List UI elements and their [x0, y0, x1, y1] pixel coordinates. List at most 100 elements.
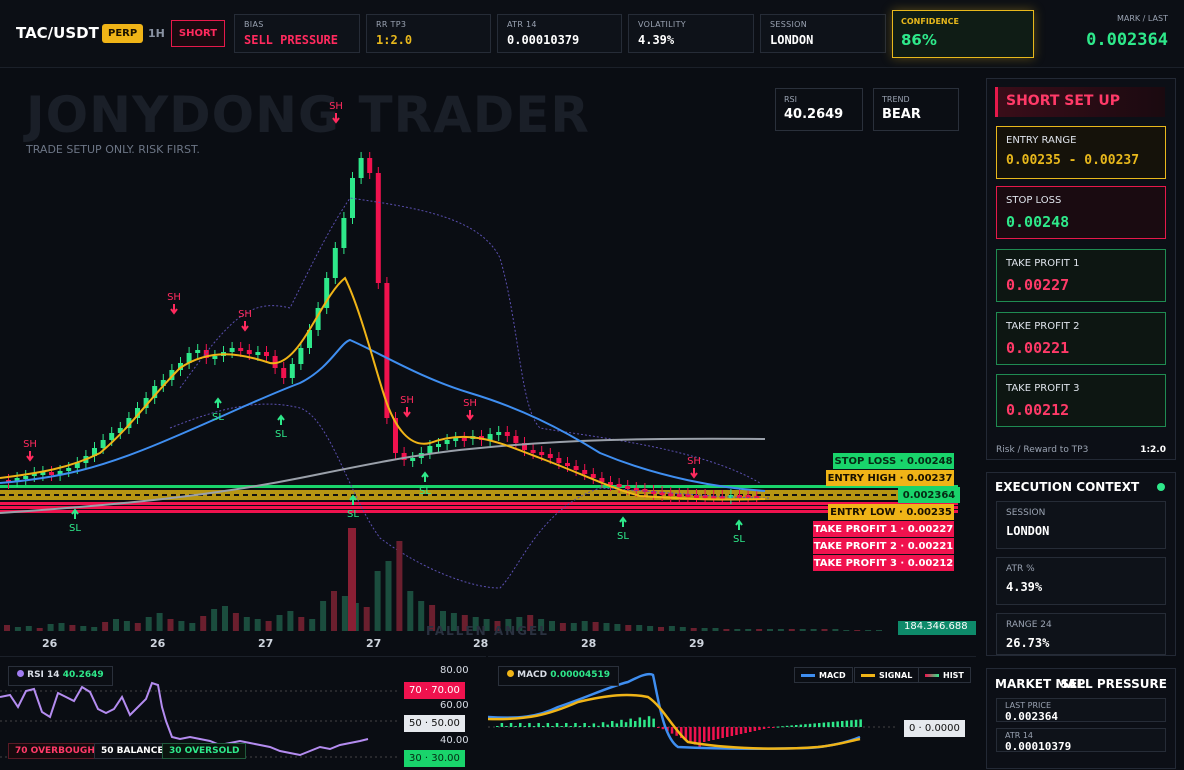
legend-signal[interactable]: SIGNAL: [854, 667, 920, 683]
arrow-up-icon: [421, 471, 429, 482]
atr-card: ATR % 4.39%: [996, 557, 1166, 605]
histogram-bar: [739, 727, 743, 734]
volume-price-label: 184.346.688: [898, 621, 976, 635]
candle-body: [513, 436, 519, 443]
volume-bar: [123, 621, 130, 631]
swing-low-label: SL: [212, 412, 224, 423]
candle-body: [289, 364, 295, 378]
tp2-card[interactable]: TAKE PROFIT 2 0.00221: [996, 312, 1166, 365]
swing-low-label: SL: [69, 523, 81, 534]
arrow-down-icon: [466, 410, 474, 421]
markers-group: SH SH SH SH SH SH SH SL SL SL SL SL SL SL: [23, 101, 745, 545]
rsi-pill-70: 70 · 70.00: [404, 682, 465, 699]
stop-loss-price-label: STOP LOSS · 0.00248: [833, 453, 954, 469]
legend-swatch-icon: [801, 673, 815, 677]
legend-hist[interactable]: HIST: [918, 667, 971, 683]
stop-loss-card[interactable]: STOP LOSS 0.00248: [996, 186, 1166, 239]
rsi-title: RSI 14: [27, 670, 60, 680]
stat-label: BIAS: [244, 20, 264, 29]
histogram-bar: [588, 726, 591, 727]
legend-macd-label: MACD: [819, 670, 846, 680]
volume-bar: [767, 629, 773, 631]
price-chart[interactable]: JONYDONG TRADER TRADE SETUP ONLY. RISK F…: [0, 68, 976, 653]
volume-bar: [614, 624, 621, 631]
stat-bias: BIAS SELL PRESSURE: [234, 14, 360, 53]
stat-rr: RR TP3 1:2.0: [366, 14, 491, 53]
histogram-bar: [652, 718, 655, 727]
trend-box: TREND BEAR: [873, 88, 959, 131]
legend-hist-label: HIST: [943, 670, 964, 680]
rsi-axis-60: 60.00: [440, 700, 469, 711]
candle-body: [23, 476, 29, 479]
volume-bar: [265, 621, 272, 631]
confidence-label: CONFIDENCE: [901, 17, 959, 26]
volume-bar: [385, 561, 392, 631]
volume-bar: [320, 601, 327, 631]
arrow-up-icon: [619, 516, 627, 527]
histogram-bar: [689, 727, 692, 743]
arrow-up-icon: [71, 508, 79, 519]
entry-range-card[interactable]: ENTRY RANGE 0.00235 - 0.00237: [996, 126, 1166, 179]
rsi-pill-50: 50 · 50.00: [404, 715, 465, 732]
stat-value: SELL PRESSURE: [244, 33, 338, 47]
tp1-card[interactable]: TAKE PROFIT 1 0.00227: [996, 249, 1166, 302]
legend-signal-label: SIGNAL: [879, 670, 913, 680]
volume-bar: [799, 629, 806, 631]
swing-high-label: SH: [238, 309, 252, 320]
candle-body: [229, 348, 235, 352]
arrow-up-icon: [214, 397, 222, 408]
entry-high-price-label: ENTRY HIGH · 0.00237: [826, 470, 954, 486]
rsi-box-value: 40.2649: [784, 107, 844, 122]
card-value: 26.73%: [1006, 636, 1050, 650]
histogram-bar: [795, 725, 798, 727]
volume-bar: [407, 591, 414, 631]
histogram-bar: [657, 727, 660, 728]
volume-bar: [647, 626, 654, 631]
volume-bar: [4, 625, 10, 631]
histogram-bar: [753, 727, 757, 731]
volume-bar: [592, 622, 599, 631]
volume-bar: [348, 528, 356, 631]
range-card: RANGE 24 26.73%: [996, 613, 1166, 655]
histogram-bar: [500, 723, 504, 727]
symbol-title[interactable]: TAC/USDT: [16, 24, 99, 42]
trend-box-label: TREND: [882, 95, 910, 104]
card-label: TAKE PROFIT 3: [1006, 383, 1080, 394]
swing-low-label: SL: [419, 486, 431, 497]
arrow-down-icon: [403, 407, 411, 418]
candle-body: [238, 348, 244, 351]
timeframe-label[interactable]: 1H: [148, 27, 165, 40]
volume-bar: [243, 617, 250, 631]
swing-high-label: SH: [400, 395, 414, 406]
tp2-price-label: TAKE PROFIT 2 · 0.00221: [813, 538, 954, 554]
stat-label: SESSION: [770, 20, 808, 29]
short-button[interactable]: SHORT: [171, 20, 225, 47]
histogram-bar: [804, 724, 807, 727]
macd-panel[interactable]: MACD 0.00004519 MACD SIGNAL HIST 0 · 0.0…: [488, 656, 976, 769]
rsi-balance-tag: 50 BALANCE: [94, 743, 171, 759]
rsi-axis-80: 80.00: [440, 665, 469, 676]
candle-body: [530, 450, 536, 453]
rsi-panel[interactable]: RSI 14 40.2649 70 OVERBOUGHT 50 BALANCE …: [0, 656, 486, 769]
ma-fast-line: [0, 276, 766, 501]
candle-body: [264, 352, 269, 356]
histogram-bar: [854, 719, 858, 727]
card-value: 0.00227: [1006, 276, 1070, 294]
card-label: SESSION: [1006, 508, 1046, 518]
volume-bar: [777, 629, 784, 631]
stat-value: LONDON: [770, 33, 814, 47]
candle-body: [100, 440, 106, 448]
tp3-card[interactable]: TAKE PROFIT 3 0.00212: [996, 374, 1166, 427]
date-label: 27: [366, 637, 382, 650]
histogram-bar: [730, 727, 734, 736]
candle-body: [49, 472, 54, 475]
volume-bar: [690, 628, 697, 631]
row-value: 0.00010379: [1005, 740, 1072, 753]
legend-macd[interactable]: MACD: [794, 667, 853, 683]
tp1-price-label: TAKE PROFIT 1 · 0.00227: [813, 521, 954, 537]
histogram-bar: [546, 723, 550, 727]
candle-body: [539, 452, 545, 455]
volume-group: [4, 528, 882, 631]
histogram-bar: [661, 727, 665, 730]
histogram-bar: [555, 723, 559, 727]
